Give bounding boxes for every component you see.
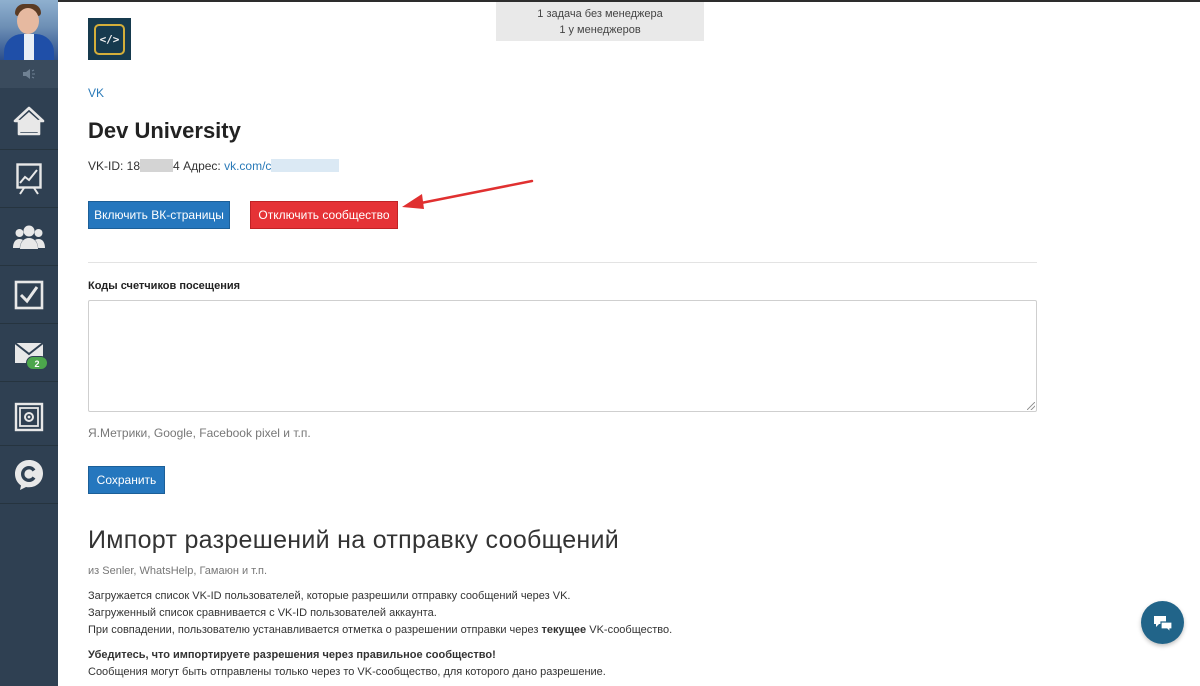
page-title: Dev University (88, 118, 241, 143)
enable-vk-pages-button[interactable]: Включить ВК-страницы (88, 201, 230, 229)
sidebar-item-messages[interactable]: 2 (0, 324, 58, 382)
counters-textarea[interactable] (88, 300, 1037, 412)
chat-icon (1153, 615, 1173, 632)
import-line-2: Загруженный список сравнивается с VK-ID … (88, 607, 437, 619)
import-subtitle: из Senler, WhatsHelp, Гамаюн и т.п. (88, 565, 268, 577)
section-divider (88, 262, 1037, 263)
chat-button[interactable] (1141, 601, 1184, 644)
notice-line-1: 1 задача без менеджера (537, 8, 663, 20)
messages-badge: 2 (26, 356, 48, 370)
sidebar-item-safe[interactable] (0, 388, 58, 446)
c-logo-icon (15, 459, 43, 490)
import-line-3: При совпадении, пользователю устанавлива… (88, 622, 672, 639)
safe-icon (14, 402, 44, 431)
unassigned-tasks-notice[interactable]: 1 задача без менеджера 1 у менеджеров (496, 2, 704, 41)
import-line-1: Загружается список VK-ID пользователей, … (88, 590, 571, 602)
import-warning-block: Убедитесь, что импортируете разрешения ч… (88, 647, 606, 681)
import-line-3-prefix: При совпадении, пользователю устанавлива… (88, 624, 542, 636)
save-button[interactable]: Сохранить (88, 466, 165, 494)
checkbox-icon (14, 280, 44, 309)
breadcrumb-vk[interactable]: VK (88, 86, 104, 100)
notice-line-2: 1 у менеджеров (559, 24, 641, 36)
redacted-vkid (140, 159, 174, 172)
sidebar-item-users[interactable] (0, 208, 58, 266)
sidebar-item-stats[interactable] (0, 150, 58, 208)
community-meta: VK-ID: 18 4 Адрес: vk.com/c (88, 159, 340, 173)
address-link[interactable]: vk.com/c (224, 159, 271, 173)
resize-grip-icon[interactable] (1027, 402, 1035, 410)
import-line-3-suffix: VK-сообщество. (586, 624, 673, 636)
sidebar-item-home[interactable] (0, 92, 58, 150)
disable-community-button[interactable]: Отключить сообщество (250, 201, 398, 229)
import-description: Загружается список VK-ID пользователей, … (88, 588, 672, 639)
user-avatar[interactable] (0, 0, 58, 60)
vkid-suffix: 4 (173, 159, 180, 173)
sound-icon[interactable] (0, 60, 58, 88)
red-arrow-annotation (402, 179, 534, 209)
address-label: Адрес: (183, 159, 221, 173)
import-line-3-bold: текущее (541, 624, 587, 636)
home-icon (13, 106, 45, 135)
sidebar-item-tasks[interactable] (0, 266, 58, 324)
sidebar-item-c[interactable] (0, 446, 58, 504)
import-title: Импорт разрешений на отправку сообщений (88, 526, 620, 554)
vkid-label: VK-ID: 18 (88, 159, 141, 173)
import-line-4: Сообщения могут быть отправлены только ч… (88, 666, 606, 678)
chart-icon (16, 162, 42, 195)
redacted-address (271, 159, 340, 172)
counters-label: Коды счетчиков посещения (88, 280, 241, 292)
users-icon (13, 225, 45, 249)
sidebar: 2 (0, 0, 58, 686)
code-icon: </> (94, 23, 125, 55)
community-logo: </> (88, 18, 131, 60)
counters-hint: Я.Метрики, Google, Facebook pixel и т.п. (88, 426, 311, 440)
import-warning: Убедитесь, что импортируете разрешения ч… (88, 649, 496, 661)
